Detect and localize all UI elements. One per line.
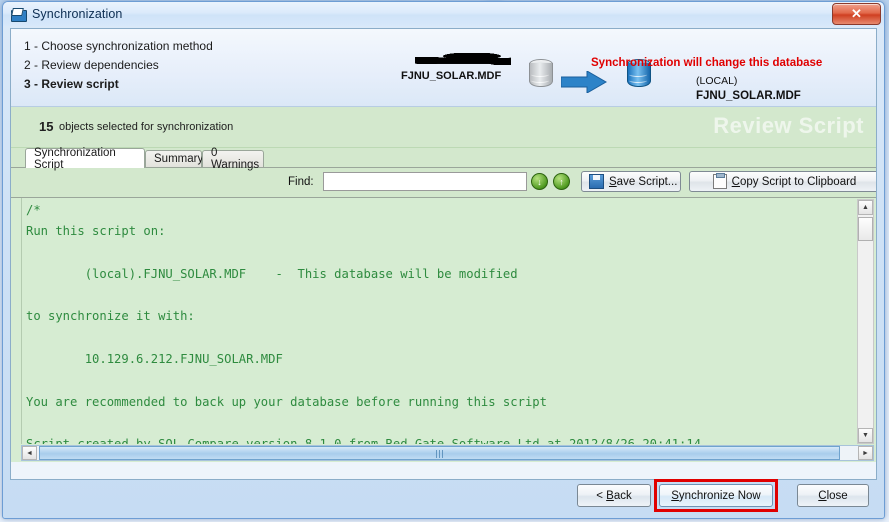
- source-db-label: FJNU_SOLAR.MDF: [401, 70, 502, 82]
- synchronize-now-label: Synchronize Now: [671, 489, 761, 502]
- scroll-down-icon[interactable]: ▼: [858, 428, 873, 443]
- wizard-step-1[interactable]: 1 - Choose synchronization method: [24, 37, 213, 56]
- synchronize-now-button[interactable]: Synchronize Now: [659, 484, 773, 507]
- source-database-icon: [529, 59, 553, 89]
- copy-script-to-clipboard-button[interactable]: Copy Script to Clipboard: [689, 171, 876, 192]
- tab-summary[interactable]: Summary: [145, 150, 203, 167]
- find-toolbar: Find: ↓ ↑ Save Script... Copy Script to …: [11, 167, 876, 197]
- tab-synchronization-script[interactable]: Synchronization Script: [25, 147, 145, 171]
- review-script-watermark: Review Script: [713, 113, 864, 138]
- arrow-right-icon: [560, 70, 607, 94]
- scroll-right-icon[interactable]: ►: [858, 446, 873, 460]
- script-vertical-scrollbar[interactable]: ▲ ▼: [857, 199, 874, 444]
- close-label: Close: [818, 489, 848, 502]
- title-bar: Synchronization ✕: [3, 2, 884, 26]
- object-count-value: 15: [39, 119, 54, 134]
- synchronization-dialog: Synchronization ✕ 1 - Choose synchroniza…: [2, 1, 885, 519]
- tab-warnings[interactable]: 0 Warnings: [202, 147, 264, 171]
- target-server-label: (LOCAL): [696, 75, 738, 87]
- find-input[interactable]: [323, 172, 527, 191]
- window-close-button[interactable]: ✕: [832, 3, 881, 25]
- floppy-disk-icon: [589, 174, 604, 189]
- back-button[interactable]: < Back: [577, 484, 651, 507]
- save-script-label: Save Script...: [609, 175, 678, 188]
- dialog-footer: < Back Synchronize Now Close: [10, 479, 877, 512]
- wizard-step-3[interactable]: 3 - Review script: [24, 75, 213, 94]
- wizard-steps: 1 - Choose synchronization method 2 - Re…: [24, 37, 213, 94]
- script-horizontal-scrollbar[interactable]: ◄ ►: [21, 445, 874, 461]
- find-previous-icon[interactable]: ↑: [553, 173, 570, 190]
- script-source-code: /* Run this script on: (local).FJNU_SOLA…: [26, 203, 701, 444]
- script-panel: /* Run this script on: (local).FJNU_SOLA…: [11, 197, 876, 462]
- scroll-up-icon[interactable]: ▲: [858, 200, 873, 215]
- change-warning-text: Synchronization will change this databas…: [591, 57, 823, 69]
- vertical-scrollbar-thumb[interactable]: [858, 217, 873, 241]
- copy-script-label: Copy Script to Clipboard: [731, 175, 857, 188]
- window-title: Synchronization: [32, 7, 123, 21]
- object-count-banner: 15 objects selected for synchronization …: [11, 107, 876, 148]
- horizontal-scrollbar-thumb[interactable]: [39, 446, 840, 460]
- wizard-header: 1 - Choose synchronization method 2 - Re…: [11, 29, 876, 107]
- dialog-content: 1 - Choose synchronization method 2 - Re…: [10, 28, 877, 480]
- back-label: < Back: [596, 489, 632, 502]
- scroll-left-icon[interactable]: ◄: [22, 446, 37, 460]
- tab-strip: Synchronization Script Summary 0 Warning…: [11, 147, 876, 171]
- script-text-view[interactable]: /* Run this script on: (local).FJNU_SOLA…: [21, 198, 853, 444]
- scrollbar-grip: [435, 450, 444, 458]
- close-button[interactable]: Close: [797, 484, 869, 507]
- find-next-icon[interactable]: ↓: [531, 173, 548, 190]
- wizard-step-2[interactable]: 2 - Review dependencies: [24, 56, 213, 75]
- save-script-button[interactable]: Save Script...: [581, 171, 681, 192]
- object-count-text: objects selected for synchronization: [59, 121, 234, 133]
- sync-envelope-icon: [10, 7, 27, 22]
- source-server-redacted-label: [415, 53, 511, 66]
- find-label: Find:: [288, 176, 314, 188]
- target-db-label: FJNU_SOLAR.MDF: [696, 90, 801, 102]
- clipboard-icon: [712, 173, 727, 189]
